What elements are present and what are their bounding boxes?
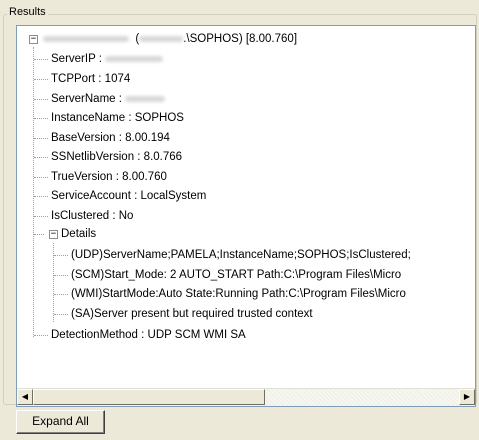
tree-root-node[interactable]: (.\SOPHOS) [8.00.760] bbox=[43, 31, 297, 47]
tree-node-details[interactable]: Details bbox=[61, 226, 96, 242]
collapse-root-icon[interactable]: − bbox=[29, 35, 38, 44]
redacted-servername bbox=[125, 95, 166, 102]
redacted-serverip bbox=[105, 55, 164, 62]
collapse-details-icon[interactable]: − bbox=[49, 230, 58, 239]
scroll-left-arrow-icon[interactable]: ◀ bbox=[17, 389, 33, 405]
scroll-right-arrow-icon[interactable]: ▶ bbox=[459, 389, 475, 405]
tree-node-isclustered[interactable]: IsClustered : No bbox=[51, 208, 133, 224]
scrollbar-thumb[interactable] bbox=[33, 389, 265, 405]
tree-node-detail-udp[interactable]: (UDP)ServerName;PAMELA;InstanceName;SOPH… bbox=[71, 247, 411, 263]
tree-node-serverip[interactable]: ServerIP : bbox=[51, 51, 164, 67]
tree-node-detail-wmi[interactable]: (WMI)StartMode:Auto State:Running Path:C… bbox=[71, 286, 406, 302]
redacted-host bbox=[43, 35, 129, 42]
tree-node-baseversion[interactable]: BaseVersion : 8.00.194 bbox=[51, 130, 170, 146]
tree-node-trueversion[interactable]: TrueVersion : 8.00.760 bbox=[51, 169, 167, 185]
redacted-instance-host bbox=[139, 35, 184, 42]
results-group-title: Results bbox=[7, 6, 48, 18]
tree-node-ssnetlibversion[interactable]: SSNetlibVersion : 8.0.766 bbox=[51, 149, 182, 165]
tree-connector-root bbox=[33, 47, 34, 337]
expand-all-button[interactable]: Expand All bbox=[16, 410, 105, 434]
tree-node-serviceaccount[interactable]: ServiceAccount : LocalSystem bbox=[51, 188, 206, 204]
tree-node-detail-scm[interactable]: (SCM)Start_Mode: 2 AUTO_START Path:C:\Pr… bbox=[71, 267, 401, 283]
horizontal-scrollbar[interactable]: ◀ ▶ bbox=[17, 388, 475, 406]
tree-node-servername[interactable]: ServerName : bbox=[51, 91, 166, 107]
tree-node-instancename[interactable]: InstanceName : SOPHOS bbox=[51, 110, 184, 126]
results-treeview[interactable]: − (.\SOPHOS) [8.00.760] ServerIP : TCPPo… bbox=[16, 25, 476, 407]
tree-node-detail-sa[interactable]: (SA)Server present but required trusted … bbox=[71, 306, 313, 322]
tree-body: − (.\SOPHOS) [8.00.760] ServerIP : TCPPo… bbox=[17, 26, 475, 388]
tree-node-tcpport[interactable]: TCPPort : 1074 bbox=[51, 71, 130, 87]
tree-root-label: .\SOPHOS) [8.00.760] bbox=[183, 33, 298, 45]
tree-node-detectionmethod[interactable]: DetectionMethod : UDP SCM WMI SA bbox=[51, 327, 246, 343]
